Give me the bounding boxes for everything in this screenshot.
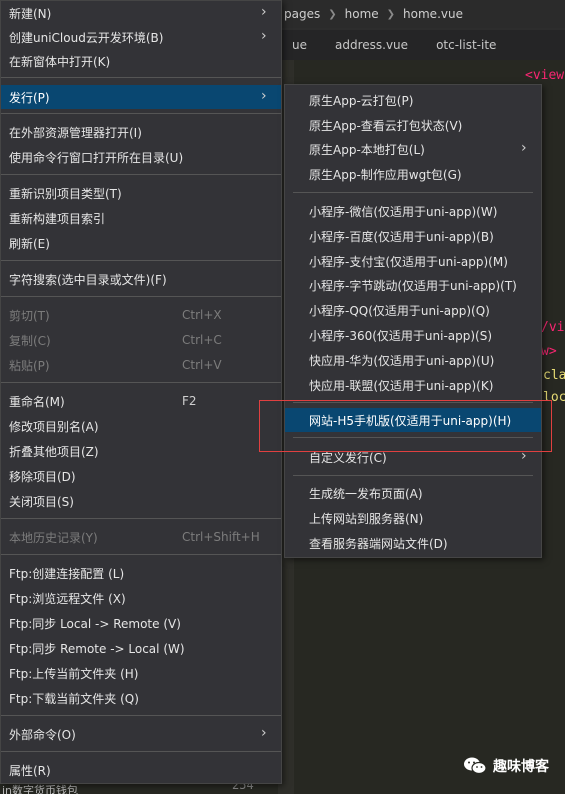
menu-divider [1,77,281,78]
shortcut-label: Ctrl+Shift+H [182,530,260,544]
submenu-item-mp-baidu[interactable]: 小程序-百度(仅适用于uni-app)(B) [285,224,541,248]
menu-item-paste: 粘贴(P) Ctrl+V [9,358,222,373]
breadcrumb: pages ❯ home ❯ home.vue [278,0,565,28]
menu-divider [1,113,281,114]
menu-item-ftp-create-config[interactable]: Ftp:创建连接配置 (L) [1,561,281,585]
submenu-item-view-server-files[interactable]: 查看服务器端网站文件(D) [285,531,541,555]
menu-item-rename[interactable]: 重命名(M) F2 [1,389,281,413]
code-fragment: loc [543,390,565,405]
menu-divider [1,260,281,261]
submenu-item-upload-site[interactable]: 上传网站到服务器(N) [285,506,541,530]
tab-address-vue[interactable]: address.vue [321,30,422,60]
chevron-right-icon: › [521,448,527,464]
menu-divider [293,402,533,403]
submenu-item-custom-publish[interactable]: 自定义发行(C) › [285,445,541,469]
menu-item-ftp-browse-remote[interactable]: Ftp:浏览远程文件 (X) [1,586,281,610]
submenu-item-mp-qq[interactable]: 小程序-QQ(仅适用于uni-app)(Q) [285,298,541,322]
code-fragment: /view [541,320,565,335]
menu-item-open-in-explorer[interactable]: 在外部资源管理器打开(I) [1,120,281,144]
wechat-icon [463,756,487,776]
menu-divider [1,715,281,716]
chevron-right-icon: › [261,725,267,741]
menu-item-ftp-upload-folder[interactable]: Ftp:上传当前文件夹 (H) [1,661,281,685]
menu-item-open-new-window[interactable]: 在新窗体中打开(K) [1,49,281,73]
submenu-item-mp-toutiao[interactable]: 小程序-字节跳动(仅适用于uni-app)(T) [285,273,541,297]
submenu-item-quickapp-union[interactable]: 快应用-联盟(仅适用于uni-app)(K) [285,373,541,397]
editor-tabs: ue address.vue otc-list-ite [278,30,565,60]
menu-item-ftp-sync-local-remote[interactable]: Ftp:同步 Local -> Remote (V) [1,611,281,635]
menu-item-external-commands[interactable]: 外部命令(O) › [1,722,281,746]
submenu-item-mp-360[interactable]: 小程序-360(仅适用于uni-app)(S) [285,323,541,347]
shortcut-label: F2 [182,394,197,408]
breadcrumb-item[interactable]: home [345,7,379,21]
chevron-right-icon: ❯ [328,8,337,20]
code-fragment: w> [541,344,557,359]
menu-divider [1,518,281,519]
code-fragment: cla [543,368,565,383]
menu-item-remove-project[interactable]: 移除项目(D) [1,464,281,488]
menu-item-cut: 剪切(T) Ctrl+X [9,308,222,323]
menu-item-local-history: 本地历史记录(Y) Ctrl+Shift+H [9,530,260,545]
chevron-right-icon: › [261,88,267,104]
menu-item-collapse-others[interactable]: 折叠其他项目(Z) [1,439,281,463]
menu-divider [1,174,281,175]
watermark-text: 趣味博客 [493,759,549,775]
menu-item-ftp-download-folder[interactable]: Ftp:下载当前文件夹 (Q) [1,686,281,710]
menu-item-copy: 复制(C) Ctrl+C [9,333,222,348]
breadcrumb-item[interactable]: home.vue [403,7,463,21]
menu-item-publish[interactable]: 发行(P) › [1,85,281,109]
submenu-item-mp-alipay[interactable]: 小程序-支付宝(仅适用于uni-app)(M) [285,249,541,273]
menu-item-refresh[interactable]: 刷新(E) [1,231,281,255]
submenu-item-generate-release-page[interactable]: 生成统一发布页面(A) [285,481,541,505]
submenu-item-app-cloud-pack[interactable]: 原生App-云打包(P) [285,88,541,112]
shortcut-label: Ctrl+V [182,358,222,372]
code-fragment: <view [525,68,565,83]
submenu-item-quickapp-huawei[interactable]: 快应用-华为(仅适用于uni-app)(U) [285,348,541,372]
shortcut-label: Ctrl+X [182,308,222,322]
submenu-item-app-local-pack[interactable]: 原生App-本地打包(L) › [285,137,541,161]
submenu-item-h5[interactable]: 网站-H5手机版(仅适用于uni-app)(H) [285,408,541,432]
menu-item-char-search[interactable]: 字符搜索(选中目录或文件)(F) [1,267,281,291]
tab-home-vue[interactable]: ue [278,30,321,60]
menu-divider [1,382,281,383]
tab-otc-list-item[interactable]: otc-list-ite [422,30,510,60]
context-menu: 新建(N) › 创建uniCloud云开发环境(B) › 在新窗体中打开(K) … [0,0,282,784]
menu-divider [1,554,281,555]
menu-divider [293,475,533,476]
chevron-right-icon: › [521,140,527,156]
submenu-item-mp-weixin[interactable]: 小程序-微信(仅适用于uni-app)(W) [285,199,541,223]
menu-item-properties[interactable]: 属性(R) [1,758,281,782]
menu-divider [293,192,533,193]
breadcrumb-item[interactable]: pages [284,7,320,21]
menu-divider [293,437,533,438]
submenu-item-app-cloud-status[interactable]: 原生App-查看云打包状态(V) [285,113,541,137]
chevron-right-icon: › [261,28,267,44]
menu-item-open-terminal[interactable]: 使用命令行窗口打开所在目录(U) [1,145,281,169]
menu-item-create-unicloud[interactable]: 创建uniCloud云开发环境(B) › [1,25,281,49]
menu-divider [1,296,281,297]
menu-item-reidentify-type[interactable]: 重新识别项目类型(T) [1,181,281,205]
menu-item-new[interactable]: 新建(N) › [1,1,281,25]
menu-item-rebuild-index[interactable]: 重新构建项目索引 [1,206,281,230]
submenu-item-app-wgt[interactable]: 原生App-制作应用wgt包(G) [285,162,541,186]
chevron-right-icon: ❯ [386,8,396,20]
watermark: 趣味博客 [463,756,549,776]
menu-item-close-project[interactable]: 关闭项目(S) [1,489,281,513]
chevron-right-icon: › [261,4,267,20]
shortcut-label: Ctrl+C [182,333,222,347]
publish-submenu: 原生App-云打包(P) 原生App-查看云打包状态(V) 原生App-本地打包… [284,84,542,558]
menu-item-edit-alias[interactable]: 修改项目别名(A) [1,414,281,438]
menu-divider [1,751,281,752]
menu-item-ftp-sync-remote-local[interactable]: Ftp:同步 Remote -> Local (W) [1,636,281,660]
